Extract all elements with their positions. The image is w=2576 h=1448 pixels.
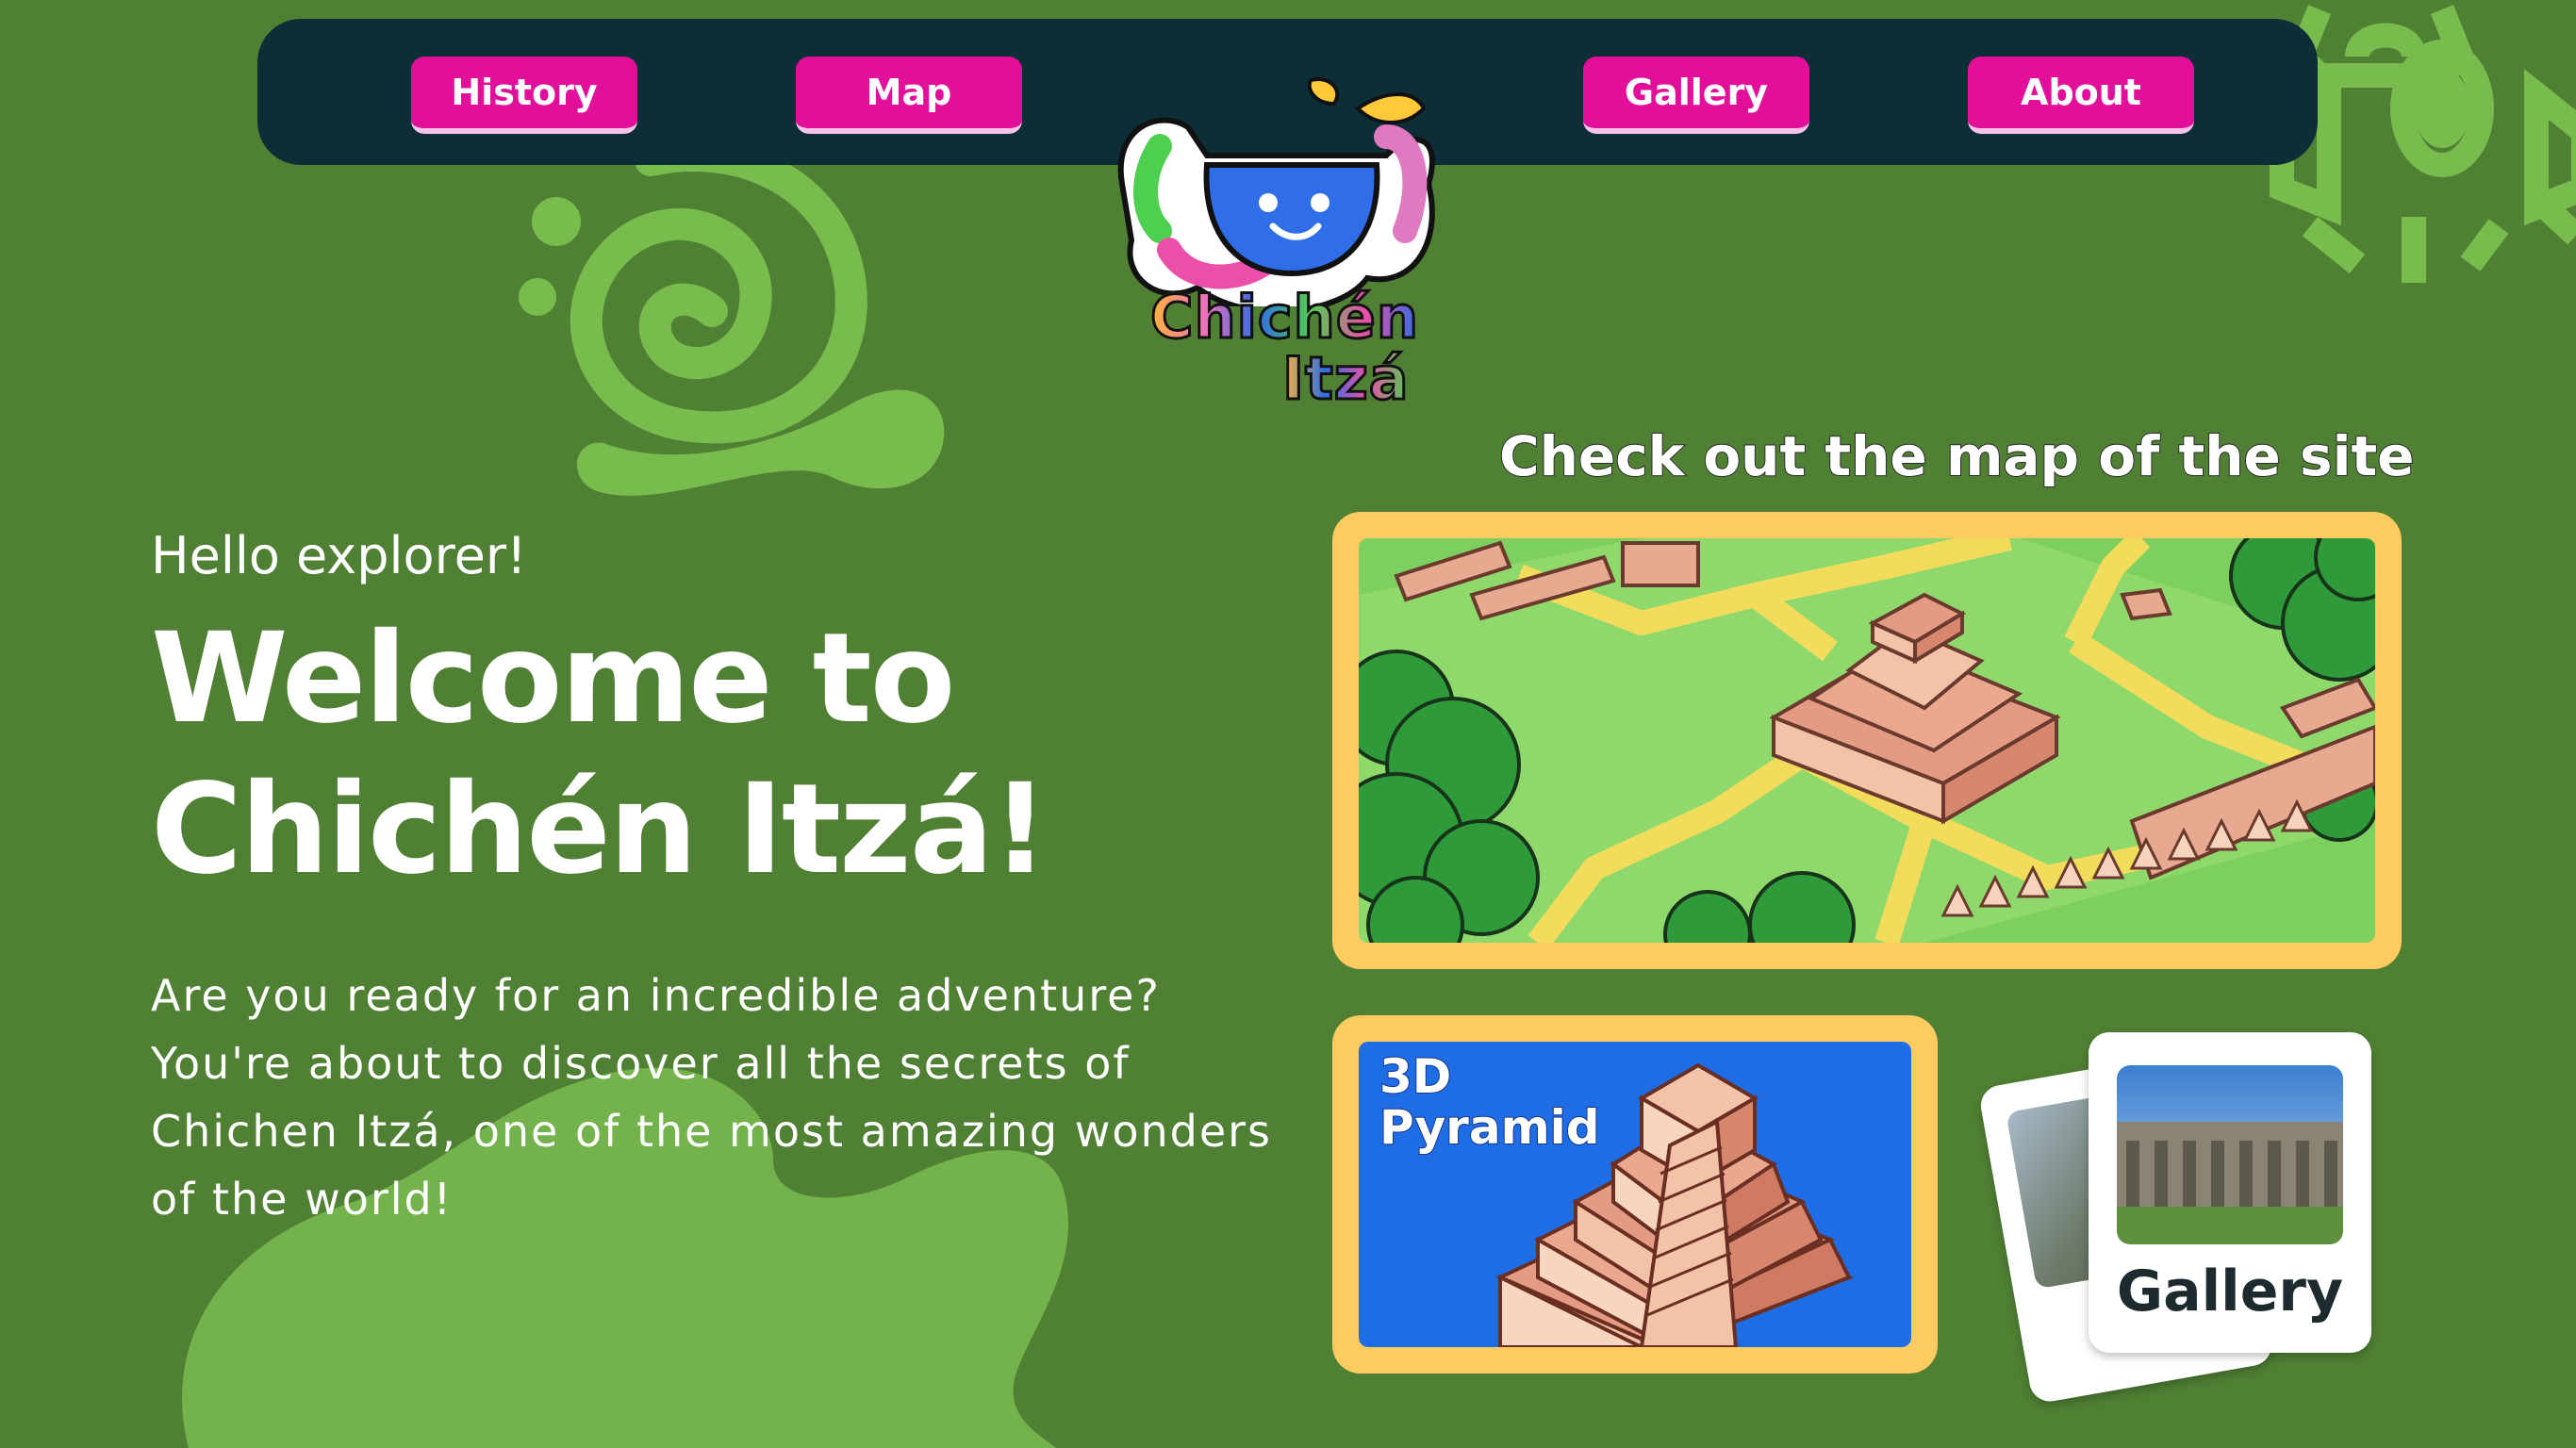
intro-paragraph: Are you ready for an incredible adventur…	[151, 970, 1273, 1225]
logo-title-line1: Chichén	[1149, 282, 1420, 354]
nav-gallery-button[interactable]: Gallery	[1583, 57, 1809, 134]
nav-map-button[interactable]: Map	[796, 57, 1022, 134]
title-line-1: Welcome to	[151, 606, 955, 751]
nav-history-button[interactable]: History	[411, 57, 637, 134]
eye-decoration	[2414, 69, 2470, 148]
3d-pyramid-image: 3D Pyramid	[1359, 1042, 1911, 1347]
dot-decoration	[519, 278, 556, 316]
logo-title-line2: Itzá	[1281, 343, 1411, 415]
pyramid-icon	[1495, 1062, 1855, 1347]
title-line-2: Chichén Itzá!	[151, 757, 1049, 902]
gallery-photo-front: Gallery	[2089, 1032, 2371, 1353]
site-map-image	[1359, 538, 2375, 943]
tribal-decoration	[2270, 5, 2576, 283]
dot-decoration	[532, 197, 581, 246]
page-title: Welcome to Chichén Itzá!	[151, 603, 1049, 905]
greeting-text: Hello explorer!	[151, 526, 527, 585]
spiral-decoration	[570, 140, 867, 444]
nav-about-button[interactable]: About	[1968, 57, 2194, 134]
3d-pyramid-card[interactable]: 3D Pyramid	[1332, 1015, 1938, 1374]
temple-photo	[2117, 1065, 2343, 1244]
site-logo[interactable]: Chichén Itzá	[1103, 71, 1461, 420]
gallery-card[interactable]: Gallery	[1977, 1028, 2386, 1405]
gallery-label: Gallery	[2116, 1259, 2344, 1325]
map-heading: Check out the map of the site	[1498, 423, 2416, 489]
bowl-mascot-icon	[1117, 77, 1435, 306]
site-map-card[interactable]	[1332, 512, 2402, 969]
